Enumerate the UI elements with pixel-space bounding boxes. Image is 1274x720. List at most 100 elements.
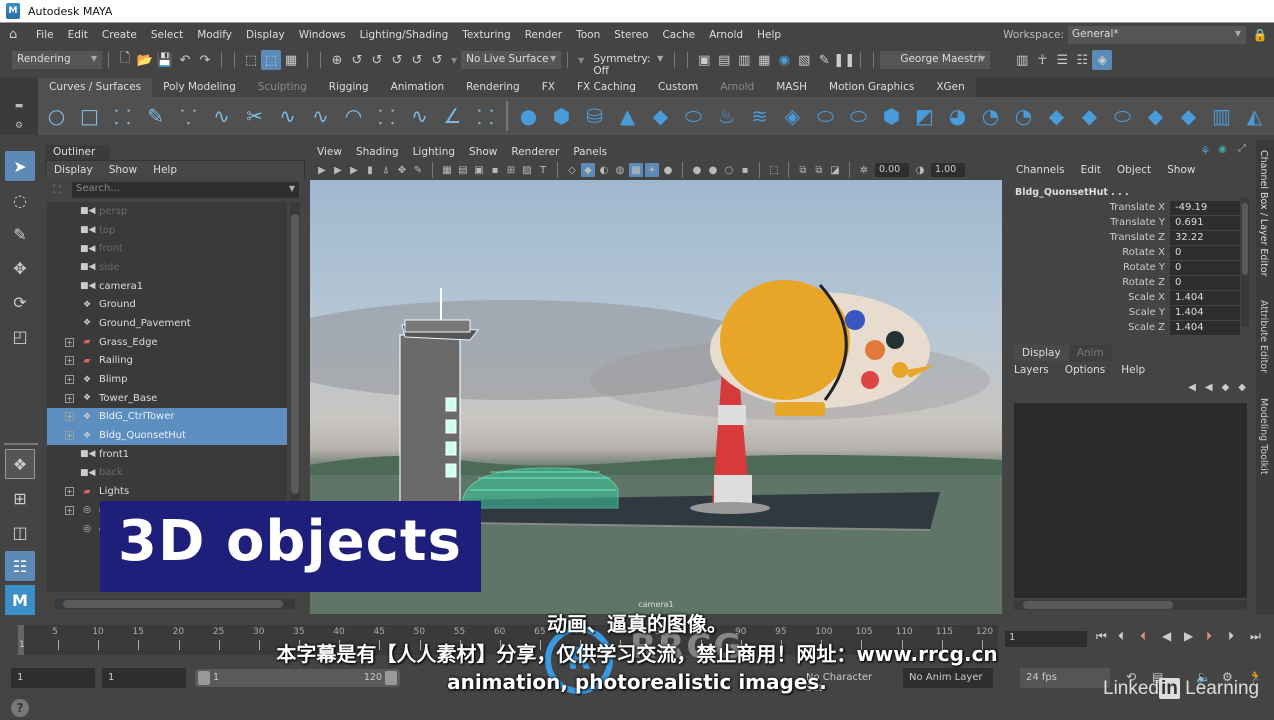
shelf-tab-animation[interactable]: Animation [379, 78, 456, 97]
outliner-item[interactable]: ■◀ front [47, 239, 287, 258]
single-perspective-layout-icon[interactable]: ❖ [5, 449, 35, 479]
channel-name[interactable]: Rotate Z [1008, 277, 1170, 288]
menu-lighting-shading[interactable]: Lighting/Shading [353, 29, 456, 41]
modeling-toolkit-icon[interactable]: ▥ [1012, 50, 1032, 70]
image-plane-icon[interactable]: ⍋ [379, 163, 393, 177]
live-surface-field[interactable]: No Live Surface [461, 51, 562, 69]
menu-create[interactable]: Create [95, 29, 144, 41]
birail-icon[interactable]: ⬭ [842, 101, 875, 131]
ipr-render-icon[interactable]: ▥ [734, 50, 754, 70]
exposure-field[interactable]: 0.00 [875, 163, 909, 177]
extend-curve-icon[interactable]: ∿ [271, 101, 304, 131]
layer-menu-help[interactable]: Help [1121, 364, 1149, 376]
render-view-icon[interactable]: ▣ [694, 50, 714, 70]
boundary-icon[interactable]: ⬢ [875, 101, 908, 131]
xray-icon[interactable]: ⧉ [796, 163, 810, 177]
gamma-field[interactable]: 1.00 [931, 163, 965, 177]
filter-icon[interactable]: ⛶ [53, 183, 61, 197]
channel-menu-show[interactable]: Show [1159, 164, 1203, 176]
channel-menu-object[interactable]: Object [1109, 164, 1159, 176]
offset-curve-icon[interactable]: ◠ [337, 101, 370, 131]
outliner-item[interactable]: ❖ Ground [47, 295, 287, 314]
channel-value[interactable]: 1.404 [1170, 305, 1240, 320]
shelf-settings-icon[interactable]: ⚙ [15, 121, 23, 131]
snap-surface-icon[interactable]: ↺ [407, 50, 427, 70]
help-icon[interactable]: ? [11, 699, 29, 717]
move-layer-up-icon[interactable]: ◀ [1188, 382, 1196, 393]
channel-name[interactable]: Scale Z [1008, 322, 1170, 333]
2d-pan-zoom-icon[interactable]: ✥ [395, 163, 409, 177]
channel-name[interactable]: Scale Y [1008, 307, 1170, 318]
hypershade-icon[interactable]: ◉ [774, 50, 794, 70]
planar-icon[interactable]: ◈ [776, 101, 809, 131]
outliner-search-input[interactable]: Search... [72, 182, 299, 198]
layer-list[interactable] [1014, 403, 1247, 598]
select-hierarchy-icon[interactable]: ⬚ [241, 50, 261, 70]
viewport-menu-show[interactable]: Show [462, 146, 504, 158]
new-empty-layer-icon[interactable]: ◆ [1222, 382, 1230, 393]
menu-select[interactable]: Select [144, 29, 190, 41]
menu-display[interactable]: Display [239, 29, 292, 41]
menu-render[interactable]: Render [518, 29, 569, 41]
expand-icon[interactable]: + [65, 412, 74, 422]
default-material-icon[interactable]: ◐ [597, 163, 611, 177]
expand-icon[interactable]: + [65, 393, 74, 403]
expand-icon[interactable]: + [65, 356, 74, 366]
shelf-tab-mash[interactable]: MASH [765, 78, 819, 97]
outliner-item[interactable]: + ▰ Grass_Edge [47, 333, 287, 352]
outliner-item[interactable]: + ❖ Blimp [47, 370, 287, 389]
channel-value[interactable]: -49.19 [1170, 200, 1240, 215]
channel-name[interactable]: Rotate Y [1008, 262, 1170, 273]
grease-pencil-icon[interactable]: ✎ [411, 163, 425, 177]
rebuild-surface-icon[interactable]: ◆ [1172, 101, 1205, 131]
snap-view-plane-icon[interactable]: ↺ [387, 50, 407, 70]
field-chart-icon[interactable]: ⊞ [504, 163, 518, 177]
attach-curve-icon[interactable]: ∿ [304, 101, 337, 131]
shelf-tab-rendering[interactable]: Rendering [455, 78, 531, 97]
pencil-curve-icon[interactable]: ✎ [139, 101, 172, 131]
viewport-menu-lighting[interactable]: Lighting [406, 146, 462, 158]
nurbs-sphere-icon[interactable]: ● [512, 101, 545, 131]
menu-help[interactable]: Help [750, 29, 788, 41]
shelf-tab-custom[interactable]: Custom [646, 78, 710, 97]
untrim-icon[interactable]: ◆ [1073, 101, 1106, 131]
outliner-layout-icon[interactable]: ☷ [5, 551, 35, 581]
select-component-icon[interactable]: ▦ [281, 50, 301, 70]
attach-surface-icon[interactable]: ⬭ [1106, 101, 1139, 131]
expand-icon[interactable]: + [65, 337, 74, 347]
menu-edit[interactable]: Edit [61, 29, 95, 41]
viewport-menu-view[interactable]: View [310, 146, 349, 158]
shelf-tab-fx-caching[interactable]: FX Caching [565, 78, 647, 97]
viewport-menu-renderer[interactable]: Renderer [504, 146, 566, 158]
outliner-item[interactable]: ■◀ top [47, 221, 287, 240]
shelf-tab-xgen[interactable]: XGen [925, 78, 976, 97]
channel-value[interactable]: 1.404 [1170, 290, 1240, 305]
safe-title-icon[interactable]: T [536, 163, 550, 177]
menu-set-dropdown[interactable]: Rendering [12, 51, 102, 69]
new-layer-selected-icon[interactable]: ◆ [1238, 382, 1246, 393]
revolve-icon[interactable]: ♨ [710, 101, 743, 131]
menu-modify[interactable]: Modify [190, 29, 239, 41]
channel-name[interactable]: Rotate X [1008, 247, 1170, 258]
insert-knot-icon[interactable]: ⸬ [469, 101, 502, 131]
home-icon[interactable]: ⌂ [9, 28, 23, 41]
xray-joints-icon[interactable]: ⧉ [812, 163, 826, 177]
scale-tool-icon[interactable]: ◰ [5, 321, 35, 351]
layer-tab-display[interactable]: Display [1014, 345, 1069, 361]
shelf-tab-arnold[interactable]: Arnold [709, 78, 766, 97]
symmetry-dropdown[interactable]: Symmetry: Off [588, 51, 669, 77]
cv-curve-icon[interactable]: ⸪ [172, 101, 205, 131]
layer-menu-layers[interactable]: Layers [1014, 364, 1053, 376]
channel-name[interactable]: Translate Y [1008, 217, 1170, 228]
channel-menu-channels[interactable]: Channels [1008, 164, 1073, 176]
undo-icon[interactable]: ↶ [175, 50, 195, 70]
rotate-tool-icon[interactable]: ⟳ [5, 287, 35, 317]
shelf-tab-curves-surfaces[interactable]: Curves / Surfaces [38, 78, 153, 97]
render-frame-icon[interactable]: ▤ [714, 50, 734, 70]
outliner-menu-help[interactable]: Help [145, 164, 185, 176]
motion-blur-icon[interactable]: ● [706, 163, 720, 177]
viewport-menu-shading[interactable]: Shading [349, 146, 406, 158]
nurbs-torus-icon[interactable]: ⬭ [677, 101, 710, 131]
pause-render-icon[interactable]: ❚❚ [833, 50, 855, 70]
rebuild-curve-icon[interactable]: ⸬ [370, 101, 403, 131]
